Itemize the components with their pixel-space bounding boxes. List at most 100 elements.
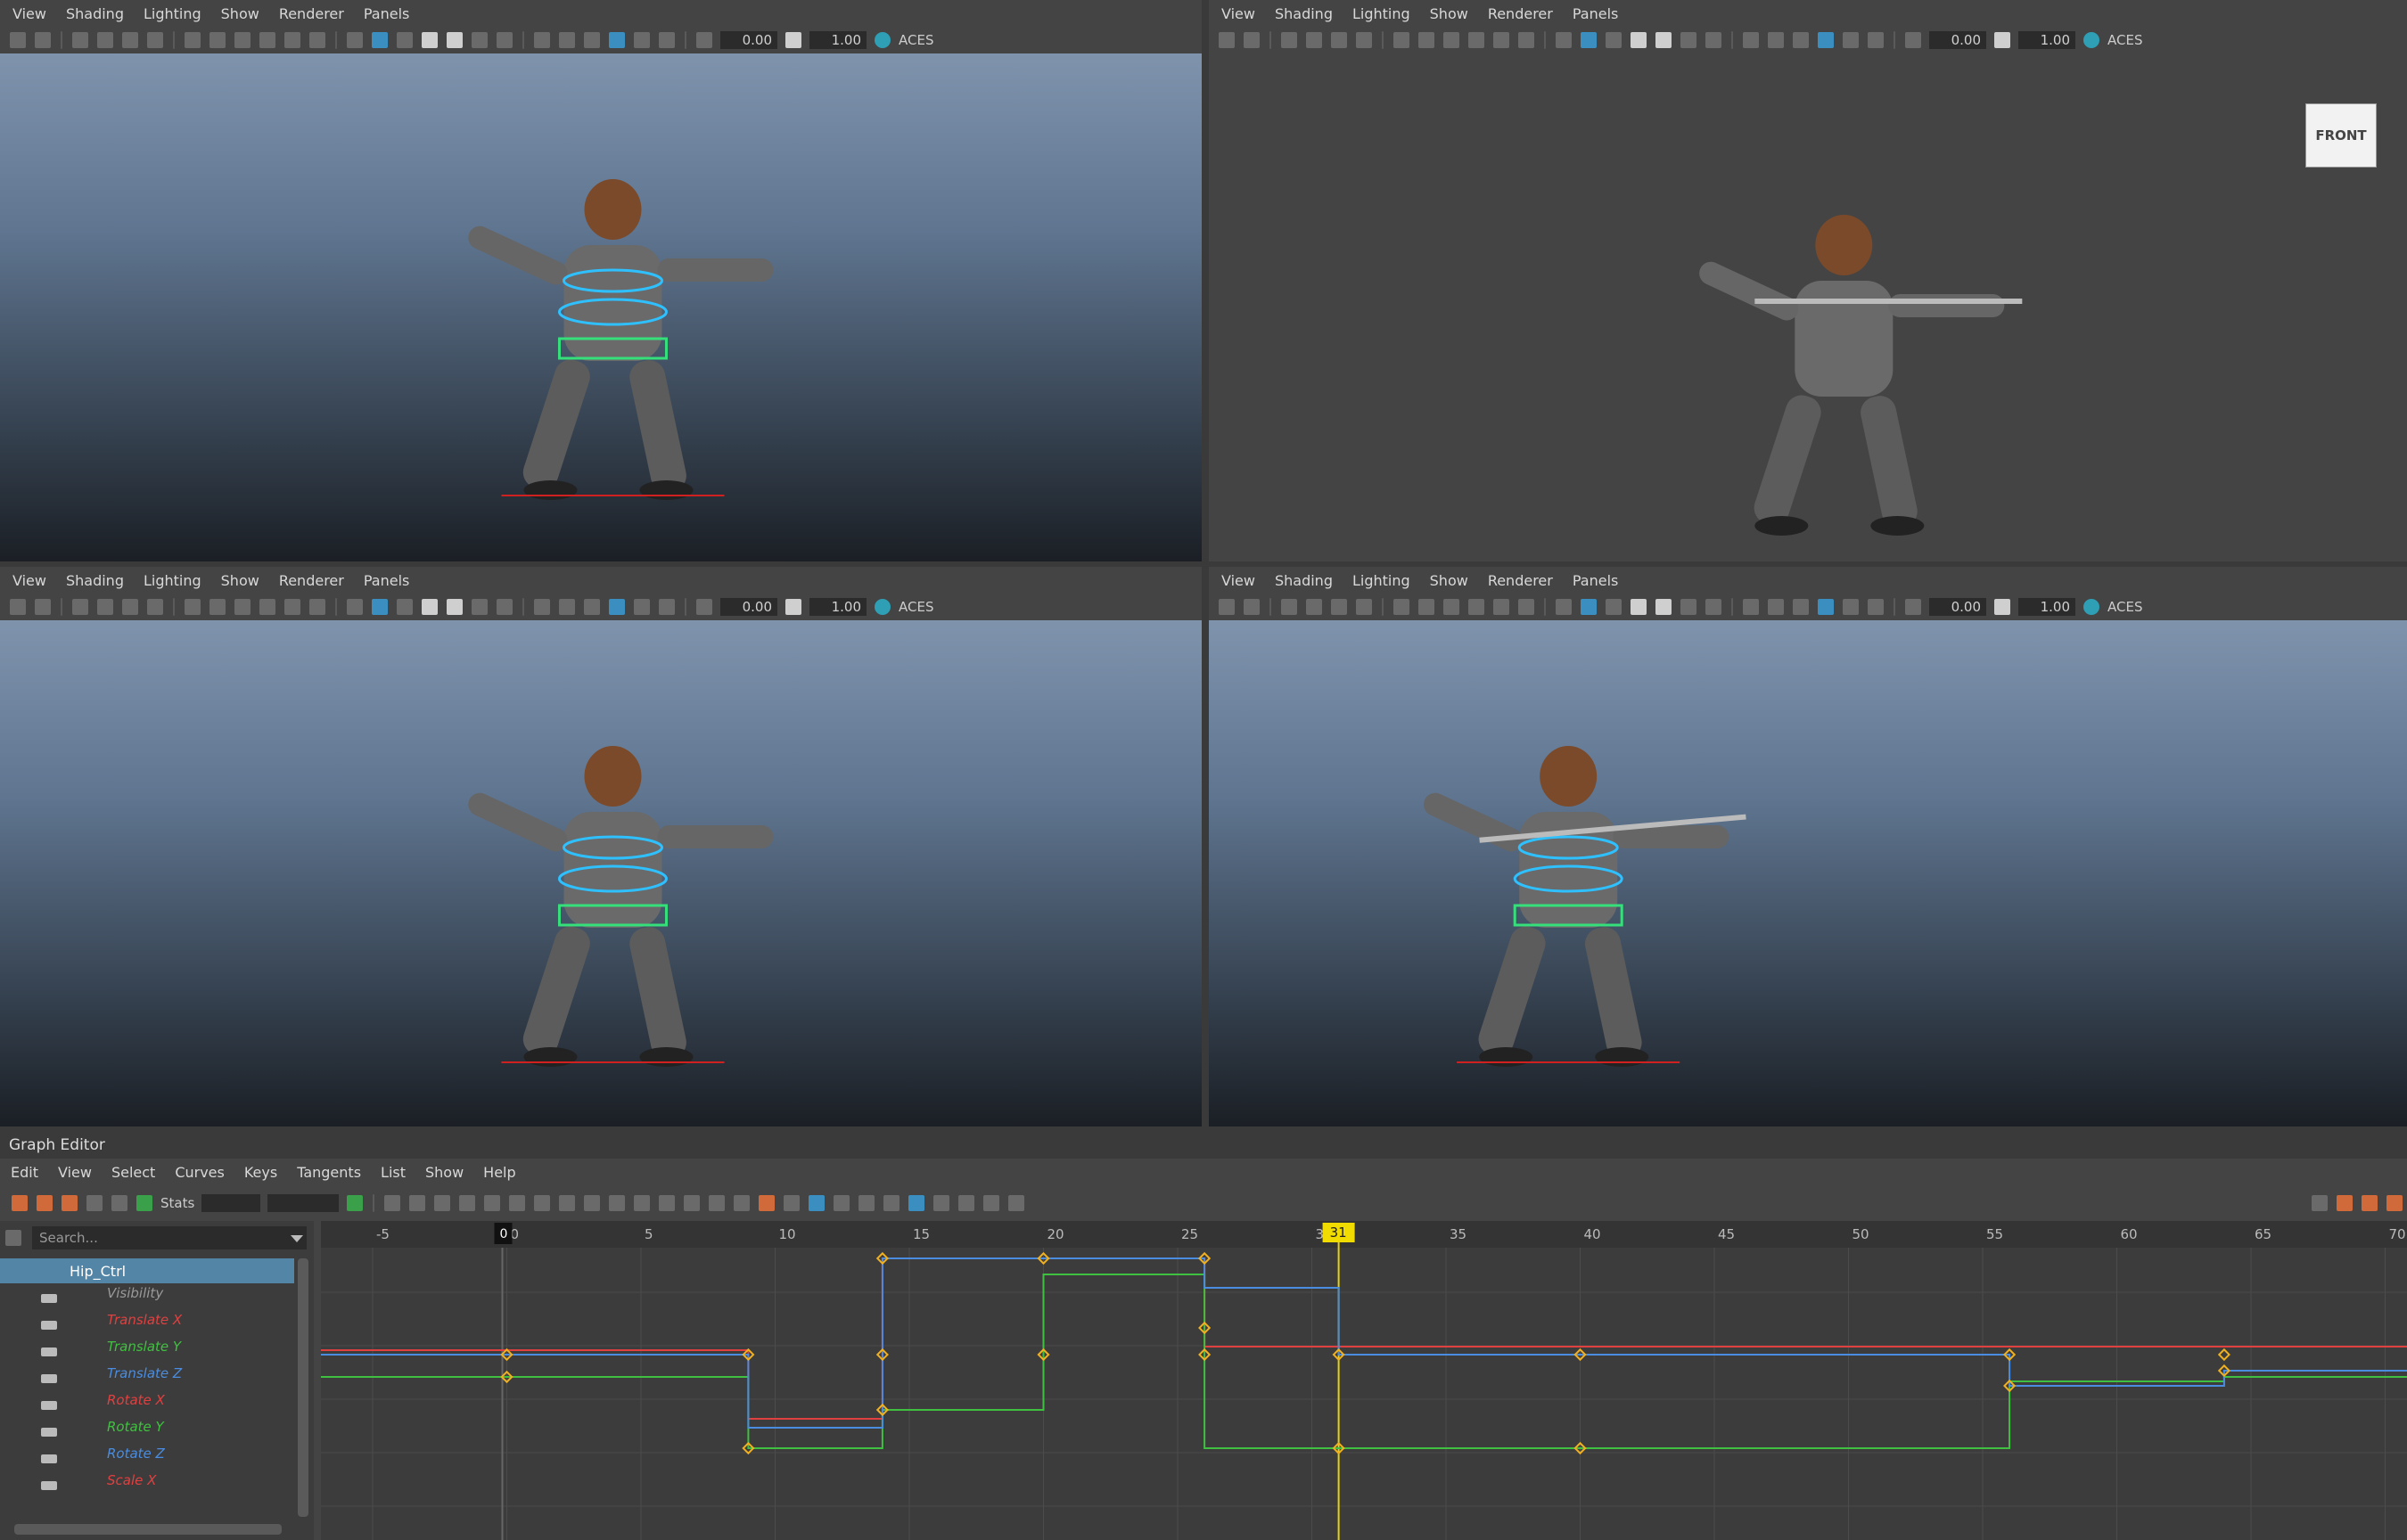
safe-action-icon[interactable] — [309, 32, 325, 48]
grease-pencil-icon[interactable] — [147, 599, 163, 615]
ambient-occlusion-icon[interactable] — [497, 599, 513, 615]
smooth-shade-icon[interactable] — [1581, 32, 1597, 48]
viewport-bottom-right[interactable]: View Shading Lighting Show Renderer Panels 0.0… — [1209, 567, 2407, 1126]
viewport-menu-lighting[interactable]: Lighting — [144, 5, 201, 22]
filter-icon[interactable] — [5, 1230, 21, 1246]
field-chart-icon[interactable] — [284, 32, 300, 48]
viewport-menu-show[interactable]: Show — [221, 5, 259, 22]
plateau-tangent-icon[interactable] — [634, 1195, 651, 1211]
ambient-occlusion-icon[interactable] — [1705, 599, 1721, 615]
use-lights-icon[interactable] — [447, 32, 463, 48]
viewport-canvas[interactable] — [0, 53, 1202, 561]
camera-attributes-icon[interactable] — [1244, 599, 1260, 615]
keyframe[interactable] — [2217, 1348, 2230, 1362]
color-management-icon[interactable] — [875, 599, 891, 615]
gamma-icon[interactable] — [1994, 599, 2010, 615]
smooth-shade-icon[interactable] — [1581, 599, 1597, 615]
field-chart-icon[interactable] — [1493, 32, 1509, 48]
grid-icon[interactable] — [1393, 599, 1409, 615]
unify-tangents-icon[interactable] — [684, 1195, 701, 1211]
color-management-icon[interactable] — [2083, 599, 2099, 615]
search-input[interactable]: Search... — [32, 1226, 307, 1249]
two-d-pan-icon[interactable] — [122, 599, 138, 615]
pan-icon[interactable] — [2312, 1195, 2328, 1211]
curve-filter-icon[interactable] — [933, 1195, 950, 1211]
isolate-select-icon[interactable] — [1818, 599, 1834, 615]
viewport-menu-panels[interactable]: Panels — [1573, 5, 1619, 22]
viewport-menu-renderer[interactable]: Renderer — [279, 572, 344, 589]
time-editor-icon[interactable] — [2386, 1195, 2403, 1211]
lattice-tool-icon[interactable] — [62, 1195, 78, 1211]
viewport-menu-renderer[interactable]: Renderer — [1488, 572, 1553, 589]
channel-rotate-z[interactable]: Rotate Z — [107, 1446, 165, 1462]
wireframe-icon[interactable] — [1556, 32, 1572, 48]
animation-curve[interactable] — [321, 1257, 2407, 1429]
channel-key-icon[interactable] — [41, 1481, 57, 1490]
smooth-shade-icon[interactable] — [372, 32, 388, 48]
graph-menu-view[interactable]: View — [58, 1164, 92, 1181]
motion-blur-icon[interactable] — [534, 32, 550, 48]
viewport-menu-panels[interactable]: Panels — [364, 5, 410, 22]
viewport-menu-show[interactable]: Show — [1430, 572, 1468, 589]
isolate-select-icon[interactable] — [609, 599, 625, 615]
field-chart-icon[interactable] — [1493, 599, 1509, 615]
camera-attributes-icon[interactable] — [1244, 32, 1260, 48]
use-lights-icon[interactable] — [1655, 32, 1672, 48]
wireframe-icon[interactable] — [347, 599, 363, 615]
buffer-curve-icon[interactable] — [759, 1195, 776, 1211]
resolution-gate-icon[interactable] — [1443, 32, 1459, 48]
insert-key-tool-icon[interactable] — [37, 1195, 53, 1211]
show-tangents-icon[interactable] — [908, 1195, 925, 1211]
textured-icon[interactable] — [422, 32, 438, 48]
two-d-pan-icon[interactable] — [1331, 599, 1347, 615]
depth-of-field-icon[interactable] — [1793, 599, 1809, 615]
retime-tool-icon[interactable] — [111, 1195, 127, 1211]
xray-joints-icon[interactable] — [659, 32, 675, 48]
gate-mask-icon[interactable] — [259, 32, 275, 48]
viewport-menu-renderer[interactable]: Renderer — [1488, 5, 1553, 22]
viewport-menu-show[interactable]: Show — [221, 572, 259, 589]
anti-alias-icon[interactable] — [1768, 599, 1784, 615]
xray-joints-icon[interactable] — [1868, 32, 1884, 48]
viewport-canvas[interactable] — [1209, 620, 2407, 1126]
graph-menu-tangents[interactable]: Tangents — [297, 1164, 361, 1181]
bookmark-icon[interactable] — [72, 32, 88, 48]
shadows-icon[interactable] — [472, 32, 488, 48]
viewport-canvas[interactable] — [0, 620, 1202, 1126]
channel-key-icon[interactable] — [41, 1454, 57, 1463]
outliner-scrollbar[interactable] — [298, 1258, 308, 1517]
two-d-pan-icon[interactable] — [1331, 32, 1347, 48]
wireframe-icon[interactable] — [347, 32, 363, 48]
dope-sheet-icon[interactable] — [2337, 1195, 2353, 1211]
textured-icon[interactable] — [422, 599, 438, 615]
xray-icon[interactable] — [634, 32, 650, 48]
character-model[interactable] — [1209, 53, 2407, 561]
image-plane-icon[interactable] — [97, 32, 113, 48]
film-gate-icon[interactable] — [1418, 32, 1434, 48]
anti-alias-icon[interactable] — [1768, 32, 1784, 48]
resolution-gate-icon[interactable] — [234, 599, 251, 615]
graph-menu-keys[interactable]: Keys — [244, 1164, 277, 1181]
region-tool-icon[interactable] — [86, 1195, 103, 1211]
film-gate-icon[interactable] — [209, 599, 226, 615]
safe-action-icon[interactable] — [1518, 599, 1534, 615]
viewport-menu-show[interactable]: Show — [1430, 5, 1468, 22]
gate-mask-icon[interactable] — [259, 599, 275, 615]
viewport-menu-view[interactable]: View — [1221, 572, 1255, 589]
textured-icon[interactable] — [1631, 599, 1647, 615]
color-management-icon[interactable] — [875, 32, 891, 48]
swap-buffer-icon[interactable] — [784, 1195, 801, 1211]
use-lights-icon[interactable] — [1655, 599, 1672, 615]
motion-blur-icon[interactable] — [1743, 32, 1759, 48]
gamma-field[interactable]: 1.00 — [2018, 31, 2075, 49]
curve-graph-canvas[interactable]: -50510152025303540455055606570031 — [321, 1221, 2407, 1540]
spline-tangent-icon[interactable] — [509, 1195, 526, 1211]
viewport-menu-panels[interactable]: Panels — [364, 572, 410, 589]
viewport-menu-view[interactable]: View — [12, 572, 46, 589]
viewport-menu-view[interactable]: View — [12, 5, 46, 22]
break-tangents-icon[interactable] — [659, 1195, 676, 1211]
xray-icon[interactable] — [1843, 32, 1859, 48]
field-chart-icon[interactable] — [284, 599, 300, 615]
channel-key-icon[interactable] — [41, 1401, 57, 1410]
select-camera-icon[interactable] — [10, 32, 26, 48]
